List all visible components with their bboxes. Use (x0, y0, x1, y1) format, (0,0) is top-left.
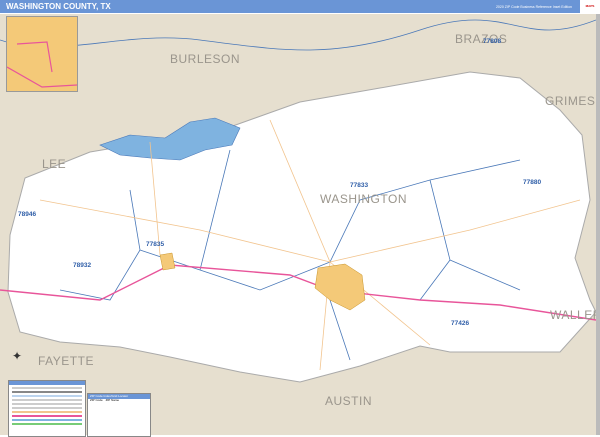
county-label: LEE (42, 157, 67, 171)
map-canvas[interactable]: BURLESON BRAZOS GRIMES LEE WASHINGTON FA… (0, 14, 596, 435)
publisher-logo: MAPS (580, 0, 600, 13)
grid-edge (596, 14, 600, 435)
zip-label: 78946 (18, 211, 37, 218)
inset-map-brenham[interactable] (6, 16, 78, 92)
county-label: GRIMES (545, 94, 596, 108)
legend (8, 380, 86, 437)
zip-label: 78932 (73, 262, 92, 269)
inset-highway (7, 41, 77, 88)
zip-code-index: ZIP Code Index/Grid Locator ZIP Code ZIP … (87, 393, 151, 437)
zip-label: 77833 (350, 182, 369, 189)
city-burton (159, 252, 176, 271)
inset-svg (7, 41, 77, 88)
county-label: FAYETTE (38, 354, 94, 368)
zip-label: 77835 (146, 241, 165, 248)
county-label: AUSTIN (325, 394, 373, 408)
map-subtitle: 2020 ZIP Code Business Reference Inset E… (495, 5, 572, 9)
map-title: WASHINGTON COUNTY, TX (6, 2, 111, 11)
zip-label: 77426 (451, 320, 470, 327)
map-svg (0, 19, 596, 383)
county-label: BURLESON (170, 52, 241, 66)
zip-label: 77880 (523, 179, 542, 186)
county-label: WASHINGTON (320, 192, 408, 206)
county-label: WALLER (550, 308, 596, 322)
compass-rose-icon: ✦ (12, 349, 23, 363)
zip-index-header: ZIP Code (90, 398, 103, 402)
zip-label: 77808 (483, 38, 502, 45)
header-bar: WASHINGTON COUNTY, TX 2020 ZIP Code Busi… (0, 0, 580, 13)
zip-index-header: ZIP Name (105, 398, 120, 402)
county-shape (7, 71, 596, 383)
